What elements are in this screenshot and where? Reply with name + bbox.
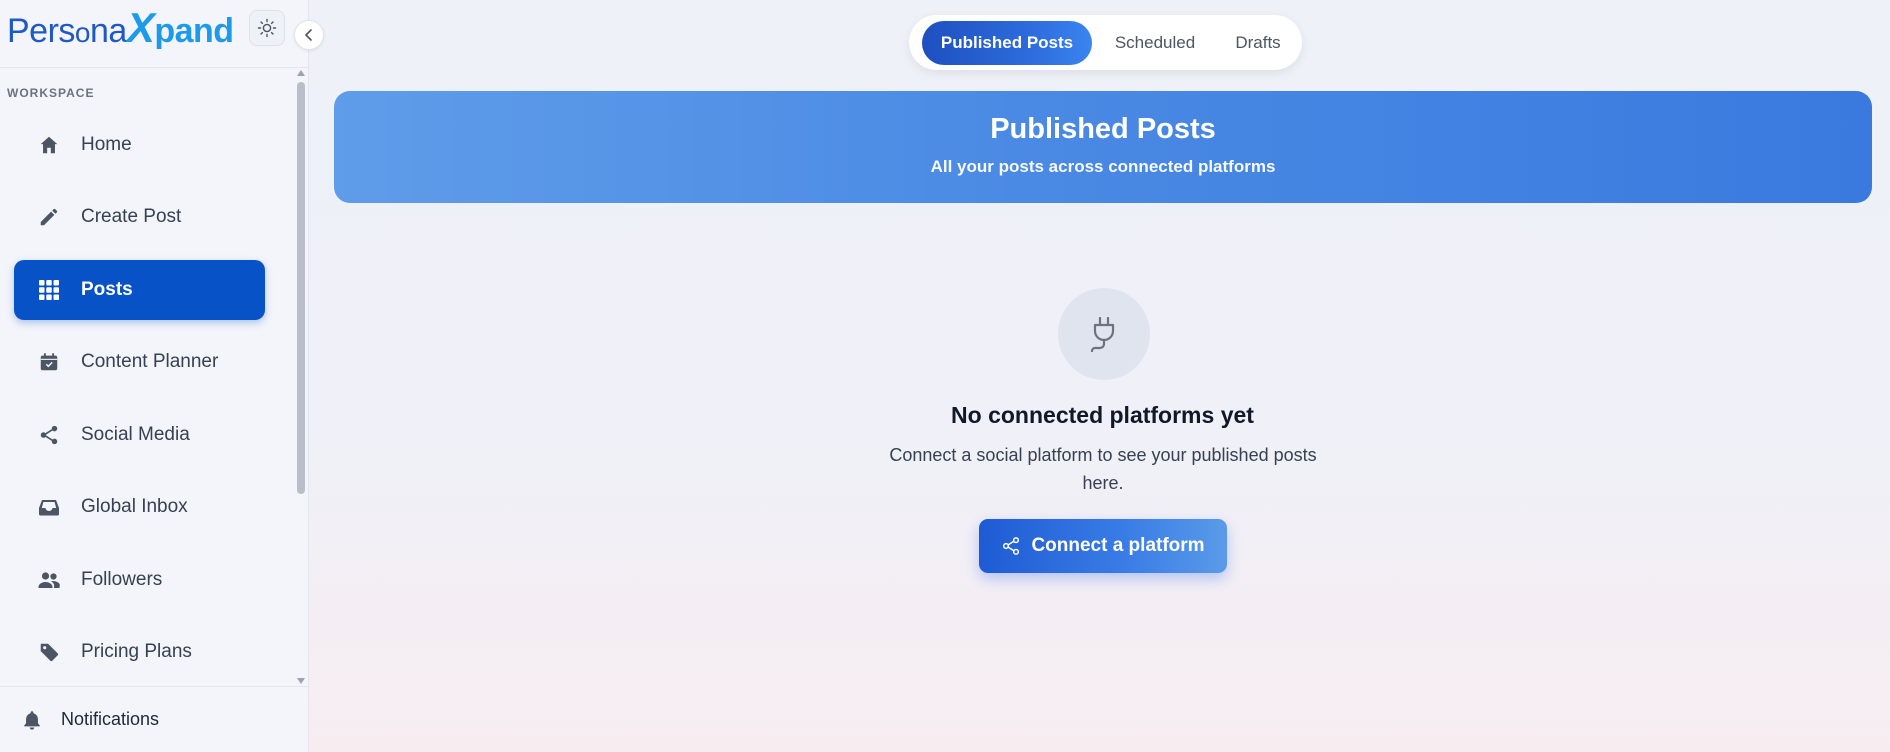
sidebar-item-content-planner[interactable]: Content Planner [14,332,265,392]
brand-header: PersonaXpand [0,0,309,68]
posts-tabs: Published Posts Scheduled Drafts [909,15,1302,70]
pencil-icon [36,204,62,230]
sidebar-item-posts[interactable]: Posts [14,260,265,320]
workspace-section-label: WORKSPACE [7,86,95,100]
sidebar-item-home[interactable]: Home [14,115,265,175]
main-content: Published Posts Scheduled Drafts Publish… [310,0,1890,752]
theme-toggle-button[interactable] [249,10,285,46]
page-banner: Published Posts All your posts across co… [334,91,1872,203]
page-subtitle: All your posts across connected platform… [930,157,1276,176]
empty-state-title: No connected platforms yet [951,402,1254,428]
sidebar: PersonaXpand WORKSPACE Home Create Post … [0,0,309,752]
scrollbar-thumb[interactable] [297,82,305,494]
connect-platform-label: Connect a platform [1031,535,1205,556]
notifications-label: Notifications [61,709,160,729]
home-icon [36,132,62,158]
sidebar-item-label: Create Post [81,206,182,227]
sidebar-item-label: Content Planner [81,351,219,372]
collapse-sidebar-button[interactable] [294,20,324,50]
tab-published-posts[interactable]: Published Posts [922,20,1092,65]
sidebar-item-pricing-plans[interactable]: Pricing Plans [14,622,265,682]
page-title: Published Posts [990,113,1216,145]
scroll-up-arrow-icon[interactable] [297,70,305,76]
bell-icon [20,708,44,732]
sidebar-item-label: Social Media [81,424,190,445]
sun-icon [257,18,277,38]
chevron-left-icon [305,29,312,41]
share-icon [36,422,62,448]
grid-icon [36,277,62,303]
connect-platform-button[interactable]: Connect a platform [979,519,1227,573]
tab-scheduled[interactable]: Scheduled [1092,21,1218,65]
share-icon [1003,537,1020,555]
sidebar-item-label: Followers [81,569,163,590]
tab-drafts[interactable]: Drafts [1218,21,1298,65]
sidebar-item-label: Global Inbox [81,496,188,517]
sidebar-item-label: Pricing Plans [81,641,192,662]
scroll-down-arrow-icon[interactable] [297,678,305,684]
plug-icon [1058,288,1150,380]
notifications-item[interactable]: Notifications [0,686,309,752]
empty-state-description: Connect a social platform to see your pu… [889,445,1317,493]
sidebar-item-followers[interactable]: Followers [14,550,265,610]
users-icon [36,567,62,593]
sidebar-item-create-post[interactable]: Create Post [14,187,265,247]
sidebar-item-label: Home [81,134,132,155]
tag-icon [36,639,62,665]
sidebar-item-label: Posts [81,279,133,300]
sidebar-item-global-inbox[interactable]: Global Inbox [14,477,265,537]
inbox-icon [36,494,62,520]
app-logo[interactable]: PersonaXpand [7,6,234,51]
calendar-icon [36,349,62,375]
sidebar-scrollbar[interactable] [295,70,307,684]
sidebar-item-social-media[interactable]: Social Media [14,405,265,465]
